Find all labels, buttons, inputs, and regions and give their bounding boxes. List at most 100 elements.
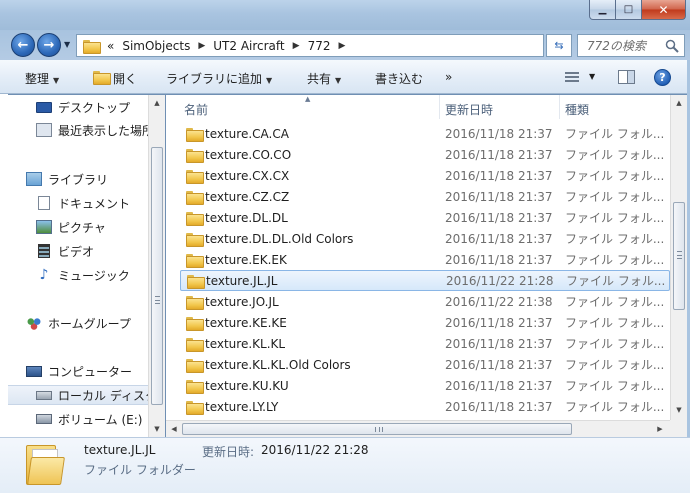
file-list-vertical-scrollbar[interactable]: ▲ ▼ xyxy=(670,95,687,437)
column-divider[interactable] xyxy=(439,95,440,119)
minimize-button[interactable]: ▁ xyxy=(589,0,616,20)
nav-pane-scroll-thumb[interactable] xyxy=(151,147,163,405)
nav-item-videos[interactable]: ビデオ xyxy=(36,241,148,261)
forward-button[interactable]: → xyxy=(37,33,61,57)
title-bar[interactable]: ▁ □ ✕ xyxy=(0,0,690,30)
folder-icon xyxy=(186,232,204,247)
breadcrumb-simobjects[interactable]: SimObjects xyxy=(122,39,190,53)
back-button[interactable]: ← xyxy=(11,33,35,57)
grip-icon xyxy=(155,296,160,304)
scroll-up-arrow-icon[interactable]: ▲ xyxy=(671,95,687,111)
column-divider[interactable] xyxy=(559,95,560,119)
file-row[interactable]: texture.KU.KU 2016/11/18 21:37 ファイル フォル... xyxy=(180,375,670,396)
file-type: ファイル フォル... xyxy=(565,316,665,330)
column-header-date-modified[interactable]: 更新日時 xyxy=(445,101,493,118)
file-name: texture.CO.CO xyxy=(205,147,292,162)
open-button[interactable]: 開く xyxy=(113,70,137,87)
more-commands-button[interactable]: » xyxy=(445,70,452,84)
breadcrumb-separator-icon[interactable]: ▶ xyxy=(338,41,345,51)
nav-item-label: デスクトップ xyxy=(58,100,131,115)
details-date-label: 更新日時: xyxy=(202,445,255,459)
nav-item-computer[interactable]: コンピューター xyxy=(26,361,148,381)
breadcrumb-separator-icon[interactable]: ▶ xyxy=(198,41,205,51)
address-bar[interactable]: « SimObjects ▶ UT2 Aircraft ▶ 772 ▶ xyxy=(76,34,544,57)
file-row[interactable]: texture.EK.EK 2016/11/18 21:37 ファイル フォル... xyxy=(180,249,670,270)
chevron-down-icon: ▼ xyxy=(335,76,342,85)
preview-pane-icon[interactable] xyxy=(618,70,635,84)
help-icon[interactable]: ? xyxy=(654,69,671,86)
file-row[interactable]: texture.KL.KL 2016/11/18 21:37 ファイル フォル... xyxy=(180,333,670,354)
nav-item-recent-places[interactable]: 最近表示した場所 xyxy=(36,120,148,140)
maximize-button[interactable]: □ xyxy=(616,0,642,20)
file-row[interactable]: texture.JO.JL 2016/11/22 21:38 ファイル フォル... xyxy=(180,291,670,312)
file-row[interactable]: texture.DL.DL 2016/11/18 21:37 ファイル フォル... xyxy=(180,207,670,228)
search-input[interactable]: 772の検索 xyxy=(577,34,685,57)
vertical-scroll-thumb[interactable] xyxy=(673,202,685,310)
file-row[interactable]: texture.KE.KE 2016/11/18 21:37 ファイル フォル... xyxy=(180,312,670,333)
nav-item-homegroup[interactable]: ホームグループ xyxy=(26,313,148,333)
file-row-selected[interactable]: texture.JL.JL 2016/11/22 21:28 ファイル フォル... xyxy=(180,270,670,291)
file-name: texture.CZ.CZ xyxy=(205,189,290,204)
nav-item-music[interactable]: ♪ ミュージック xyxy=(36,265,148,285)
breadcrumb-ut2-aircraft[interactable]: UT2 Aircraft xyxy=(213,39,284,53)
file-type: ファイル フォル... xyxy=(565,358,665,372)
organize-button[interactable]: 整理 ▼ xyxy=(25,70,59,87)
folder-front xyxy=(27,457,65,485)
view-options-icon[interactable] xyxy=(565,72,579,83)
scroll-left-arrow-icon[interactable]: ◀ xyxy=(166,421,182,437)
column-header-name[interactable]: 名前 xyxy=(184,101,208,118)
nav-item-desktop[interactable]: デスクトップ xyxy=(36,97,148,117)
close-button[interactable]: ✕ xyxy=(642,0,686,20)
folder-icon xyxy=(186,211,204,226)
caption-buttons: ▁ □ ✕ xyxy=(589,0,686,20)
file-name: texture.LY.LY xyxy=(205,399,279,414)
file-list[interactable]: ▲ 名前 更新日時 種類 texture.CA.CA 2016/11/18 21:… xyxy=(166,95,670,420)
share-button[interactable]: 共有 ▼ xyxy=(307,70,341,87)
file-row[interactable]: texture.DL.DL.Old Colors 2016/11/18 21:37… xyxy=(180,228,670,249)
refresh-button[interactable]: ⇆ xyxy=(546,34,572,57)
grip-icon xyxy=(677,251,682,259)
file-row[interactable]: texture.KL.KL.Old Colors 2016/11/18 21:37… xyxy=(180,354,670,375)
breadcrumb-overflow[interactable]: « xyxy=(107,39,114,53)
nav-item-local-disk[interactable]: ローカル ディスク xyxy=(8,385,148,405)
folder-icon xyxy=(186,379,204,394)
nav-item-label: コンピューター xyxy=(48,364,133,379)
file-name: texture.EK.EK xyxy=(205,252,287,267)
nav-item-libraries[interactable]: ライブラリ xyxy=(26,169,148,189)
file-row[interactable]: texture.CZ.CZ 2016/11/18 21:37 ファイル フォル... xyxy=(180,186,670,207)
file-row[interactable]: texture.CO.CO 2016/11/18 21:37 ファイル フォル... xyxy=(180,144,670,165)
file-type: ファイル フォル... xyxy=(565,211,665,225)
nav-item-documents[interactable]: ドキュメント xyxy=(36,193,148,213)
scroll-up-arrow-icon[interactable]: ▲ xyxy=(149,95,165,111)
nav-item-label: ドキュメント xyxy=(58,196,131,211)
scroll-down-arrow-icon[interactable]: ▼ xyxy=(671,402,687,418)
file-row[interactable]: texture.LY.LY 2016/11/18 21:37 ファイル フォル... xyxy=(180,396,670,417)
scroll-down-arrow-icon[interactable]: ▼ xyxy=(149,421,165,437)
breadcrumb-separator-icon[interactable]: ▶ xyxy=(293,41,300,51)
file-row[interactable]: texture.CX.CX 2016/11/18 21:37 ファイル フォル... xyxy=(180,165,670,186)
nav-item-volume-e[interactable]: ボリューム (E:) xyxy=(36,409,148,429)
details-pane: texture.JL.JL 更新日時: 2016/11/22 21:28 ファイ… xyxy=(0,437,690,493)
file-row[interactable]: texture.CA.CA 2016/11/18 21:37 ファイル フォル... xyxy=(180,123,670,144)
file-name: texture.CA.CA xyxy=(205,126,289,141)
nav-pane-scrollbar[interactable]: ▲ ▼ xyxy=(148,95,165,437)
folder-icon xyxy=(186,400,204,415)
library-icon xyxy=(26,172,42,186)
horizontal-scroll-thumb[interactable] xyxy=(182,423,572,435)
nav-item-pictures[interactable]: ピクチャ xyxy=(36,217,148,237)
view-options-dropdown[interactable]: ▼ xyxy=(589,72,595,81)
file-type: ファイル フォル... xyxy=(565,127,665,141)
chevron-down-icon: ▼ xyxy=(266,76,273,85)
column-header-type[interactable]: 種類 xyxy=(565,101,589,118)
documents-icon xyxy=(38,196,50,210)
file-date: 2016/11/18 21:37 xyxy=(445,378,553,393)
burn-button[interactable]: 書き込む xyxy=(375,70,423,87)
scroll-right-arrow-icon[interactable]: ▶ xyxy=(652,421,668,437)
file-list-horizontal-scrollbar[interactable]: ◀ ▶ xyxy=(166,420,670,437)
search-icon[interactable] xyxy=(665,39,679,53)
add-to-library-button[interactable]: ライブラリに追加 ▼ xyxy=(166,70,272,87)
recent-pages-dropdown[interactable]: ▼ xyxy=(64,40,70,49)
breadcrumb-772[interactable]: 772 xyxy=(308,39,331,53)
navigation-pane[interactable]: デスクトップ 最近表示した場所 ライブラリ ドキュメント ピクチャ ビデオ ♪ ミ… xyxy=(8,95,148,437)
search-placeholder: 772の検索 xyxy=(587,39,646,53)
